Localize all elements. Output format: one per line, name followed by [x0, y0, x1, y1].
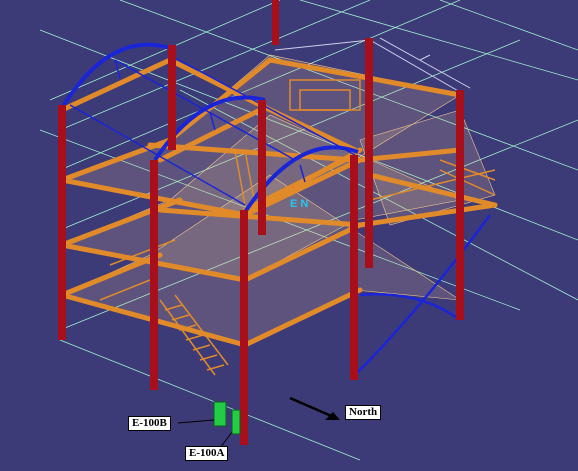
label-e-100b: E-100B [128, 416, 171, 431]
north-arrow-icon [289, 396, 340, 420]
axis-marker: E N [290, 198, 308, 210]
equipment-e-100b[interactable] [213, 401, 227, 427]
structure-model[interactable]: E N [0, 0, 578, 471]
leader-e-100b [177, 419, 215, 424]
3d-model-viewport[interactable]: E N E-100B E-100A North [0, 0, 578, 471]
label-e-100a: E-100A [185, 446, 229, 461]
label-north: North [345, 405, 382, 420]
equipment-e-100a[interactable] [231, 409, 241, 435]
